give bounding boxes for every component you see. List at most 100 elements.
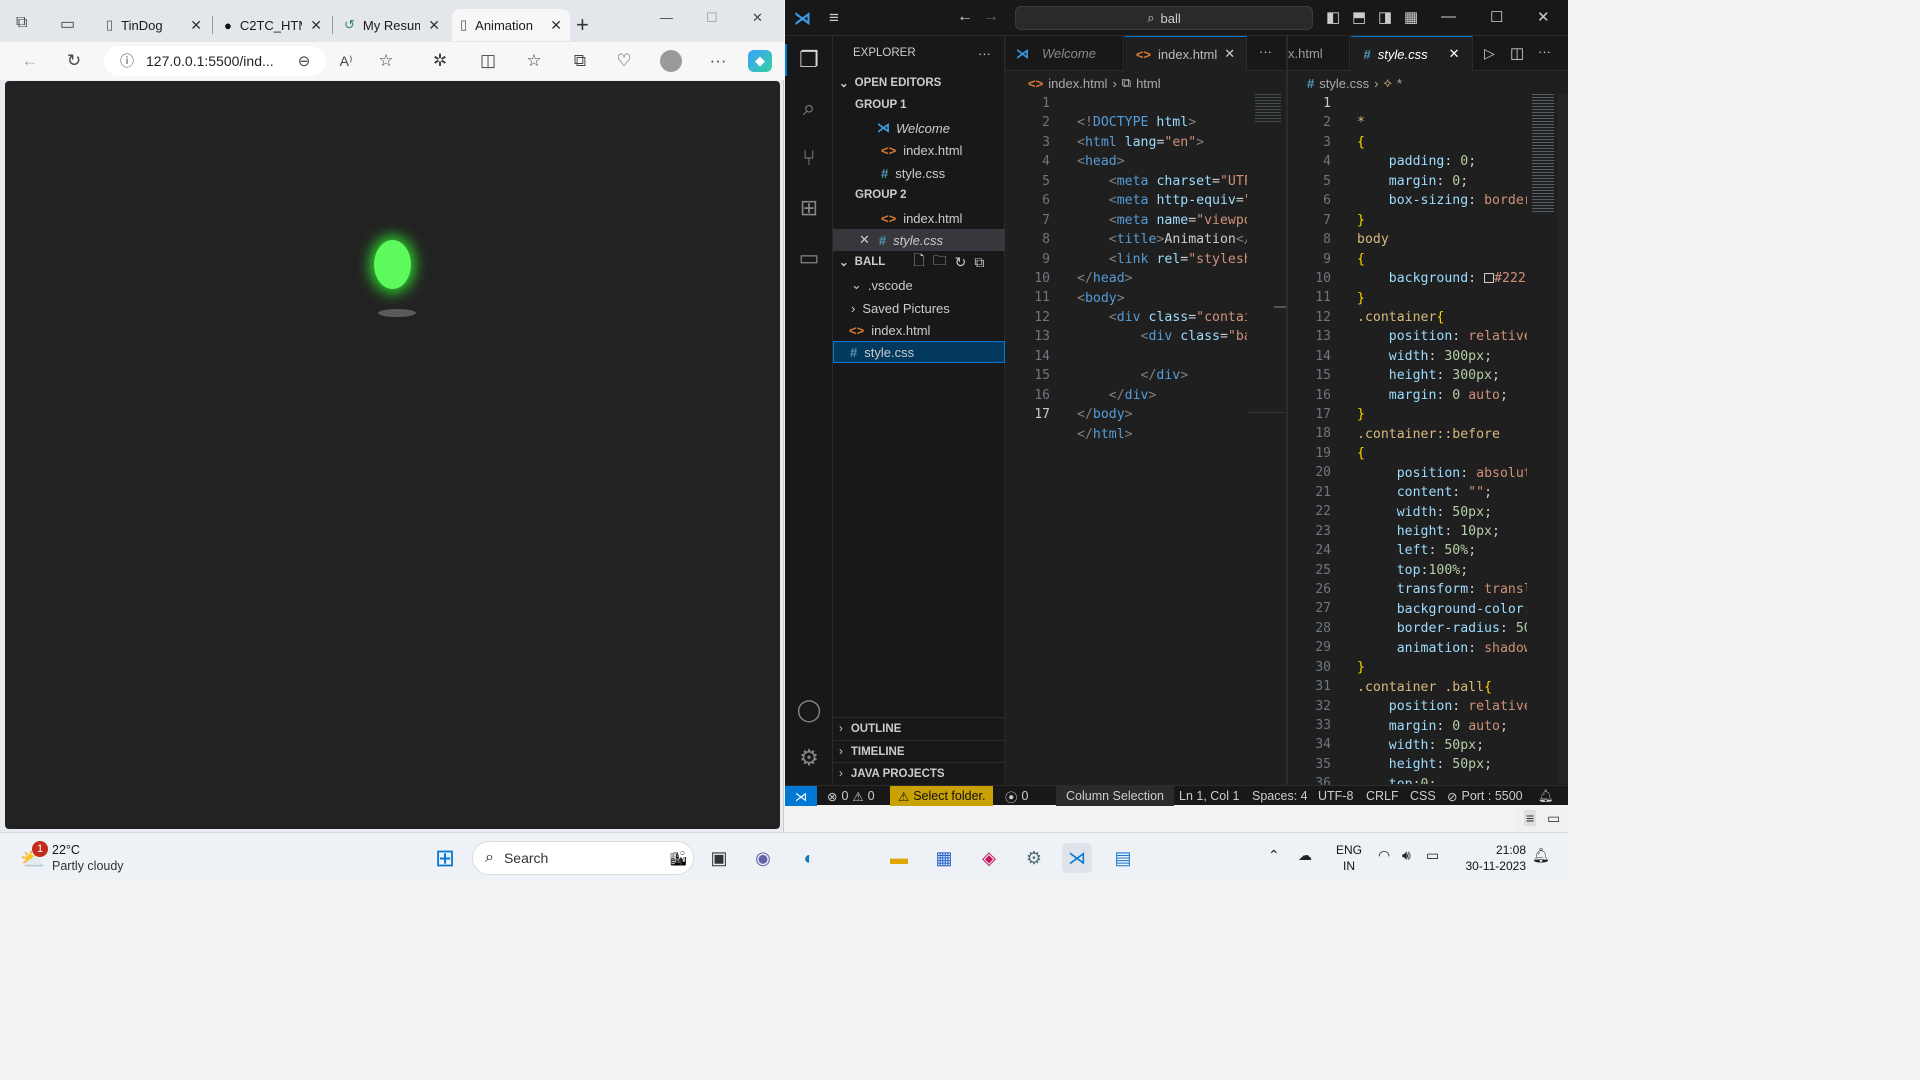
customize-layout-icon[interactable]: ▦ — [1404, 8, 1418, 26]
file-explorer-icon[interactable]: ▬ — [884, 843, 914, 873]
run-icon[interactable]: ▷ — [1484, 45, 1495, 62]
vertical-scrollbar[interactable] — [1558, 94, 1568, 784]
battery-icon[interactable]: ▭ — [1426, 847, 1439, 864]
group-2-header[interactable]: GROUP 2 — [833, 184, 1005, 206]
show-hidden-icons[interactable]: ⌃ — [1268, 847, 1280, 864]
zoom-icon[interactable]: ⊖ — [292, 50, 316, 72]
close-icon[interactable]: ✕ — [1224, 46, 1235, 62]
folder-ball-header[interactable]: ⌄ BALL 🗋 🗀 ↻ ⧉ — [833, 251, 1005, 273]
clock[interactable]: 21:08 30-11-2023 — [1460, 842, 1527, 874]
more-actions-icon[interactable]: ··· — [1538, 44, 1551, 59]
minimize-button[interactable]: — — [1441, 8, 1456, 25]
remote-explorer-icon[interactable]: ▭ — [793, 242, 825, 274]
microsoft-store-icon[interactable]: ▦ — [929, 843, 959, 873]
menu-icon[interactable]: ≡ — [829, 8, 839, 28]
collapse-all-icon[interactable]: ⧉ — [974, 254, 984, 271]
copilot-icon[interactable]: ◆ — [748, 50, 772, 72]
new-folder-icon[interactable]: 🗀 — [933, 250, 947, 274]
timeline-header[interactable]: › TIMELINE — [833, 740, 1005, 762]
tab-tindog[interactable]: ▯ TinDog ✕ — [98, 9, 210, 41]
source-control-icon[interactable]: ⑂ — [793, 142, 825, 174]
search-icon[interactable]: ⌕ — [793, 92, 825, 124]
tab-style-css[interactable]: # style.css ✕ — [1351, 36, 1473, 71]
split-screen-icon[interactable]: ◫ — [476, 50, 500, 72]
extensions-icon[interactable]: ✲ — [428, 50, 452, 72]
breadcrumb-item[interactable]: html — [1136, 76, 1161, 91]
explorer-icon[interactable]: ❐ — [793, 44, 825, 76]
forward-arrow-icon[interactable]: → — [983, 8, 999, 26]
list-view-icon[interactable]: ≡ — [1524, 810, 1537, 826]
breadcrumb-item[interactable]: style.css — [1319, 76, 1369, 91]
accounts-icon[interactable]: ◯ — [793, 694, 825, 726]
encoding[interactable]: UTF-8 — [1318, 786, 1353, 806]
tab-close-button[interactable]: ✕ — [190, 17, 202, 34]
toggle-secondary-sidebar-icon[interactable]: ◨ — [1378, 8, 1392, 26]
scrollbar-thumb[interactable] — [1274, 306, 1286, 308]
select-folder-button[interactable]: ⚠ Select folder. — [890, 786, 994, 806]
back-icon[interactable]: ← — [18, 50, 42, 72]
notification-center-icon[interactable]: 🔔︎ — [1532, 847, 1550, 864]
settings-gear-icon[interactable]: ⚙ — [793, 742, 825, 774]
open-editor-index-html[interactable]: <> index.html — [833, 139, 1005, 161]
refresh-icon[interactable]: ↻ — [62, 50, 86, 72]
open-editors-header[interactable]: ⌄ OPEN EDITORS — [833, 72, 1005, 94]
code-editor-style-css[interactable]: * { padding: 0; margin: 0; box-sizing: b… — [1357, 94, 1527, 784]
editor-splitter[interactable] — [1286, 36, 1288, 785]
more-actions-icon[interactable]: ··· — [978, 46, 991, 61]
settings-icon[interactable]: ⚙ — [1019, 843, 1049, 873]
toggle-primary-sidebar-icon[interactable]: ◧ — [1326, 8, 1340, 26]
tab-index-html[interactable]: <> index.html ✕ — [1125, 36, 1247, 71]
minimap-left[interactable] — [1255, 94, 1281, 124]
profile-avatar[interactable] — [660, 50, 682, 72]
teams-chat-icon[interactable]: ◉ — [748, 843, 778, 873]
open-editor-index-html-2[interactable]: <> index.html — [833, 207, 1005, 229]
close-icon[interactable]: ✕ — [859, 232, 870, 248]
workspaces-icon[interactable]: ⧉ — [16, 14, 27, 32]
breadcrumb-item[interactable]: * — [1397, 76, 1402, 91]
split-editor-icon[interactable]: ◫ — [1510, 44, 1524, 62]
outline-header[interactable]: › OUTLINE — [833, 717, 1005, 739]
vscode-taskbar-icon[interactable]: ⋊ — [1062, 843, 1092, 873]
language-mode[interactable]: CSS — [1410, 786, 1436, 806]
language-indicator[interactable]: ENG IN — [1336, 842, 1362, 874]
close-button[interactable]: ✕ — [752, 10, 763, 26]
weather-widget[interactable]: ⛅ 1 22°C Partly cloudy — [16, 841, 146, 877]
info-icon[interactable]: ⓘ — [120, 51, 134, 71]
cursor-position[interactable]: Ln 1, Col 1 — [1179, 786, 1239, 806]
taskbar-search[interactable]: ⌕ Search 🏙︎ — [472, 841, 694, 875]
tab-close-button[interactable]: ✕ — [310, 17, 322, 34]
wps-office-icon[interactable]: ◈ — [974, 843, 1004, 873]
close-icon[interactable]: ✕ — [1449, 46, 1460, 62]
more-menu-icon[interactable]: ··· — [706, 50, 730, 72]
live-server-port[interactable]: ⊘ Port : 5500 — [1447, 786, 1523, 806]
java-projects-header[interactable]: › JAVA PROJECTS — [833, 762, 1005, 784]
read-aloud-icon[interactable]: A⁾ — [334, 50, 358, 72]
file-style-css[interactable]: # style.css — [833, 341, 1005, 363]
new-file-icon[interactable]: 🗋 — [913, 250, 924, 274]
tab-github[interactable]: ● C2TC_HTML ✕ — [216, 9, 330, 41]
tab-animation[interactable]: ▯ Animation ✕ — [452, 9, 570, 41]
minimize-button[interactable]: — — [660, 10, 673, 25]
folder-saved-pictures[interactable]: › Saved Pictures — [833, 297, 1005, 319]
notepad-icon[interactable]: ▤ — [1108, 843, 1138, 873]
new-tab-button[interactable]: + — [576, 12, 589, 38]
file-index-html[interactable]: <> index.html — [833, 319, 1005, 341]
column-selection-indicator[interactable]: Column Selection — [1056, 786, 1174, 806]
code-editor-index-html[interactable]: <!DOCTYPE html> <html lang="en"> <head> … — [1077, 94, 1247, 784]
task-view-icon[interactable]: ▣ — [704, 843, 734, 873]
tab-welcome[interactable]: ⋊ Welcome — [1006, 36, 1124, 71]
edge-icon[interactable]: ◐ — [794, 843, 824, 873]
tab-close-button[interactable]: ✕ — [550, 17, 562, 34]
minimap-right[interactable] — [1532, 94, 1554, 214]
maximize-button[interactable]: ☐ — [706, 10, 718, 26]
close-button[interactable]: ✕ — [1537, 8, 1550, 26]
favorites-icon[interactable]: ☆ — [522, 50, 546, 72]
indentation[interactable]: Spaces: 4 — [1252, 786, 1308, 806]
breadcrumb-item[interactable]: index.html — [1048, 76, 1107, 91]
ports-indicator[interactable]: ⦿ 0 — [1005, 786, 1028, 806]
volume-icon[interactable]: 🔊︎ — [1402, 847, 1411, 864]
back-arrow-icon[interactable]: ← — [957, 8, 973, 26]
collections-icon[interactable]: ⧉ — [568, 50, 592, 72]
more-actions-icon[interactable]: ··· — [1259, 44, 1272, 59]
start-button[interactable]: ⊞ — [430, 843, 460, 873]
